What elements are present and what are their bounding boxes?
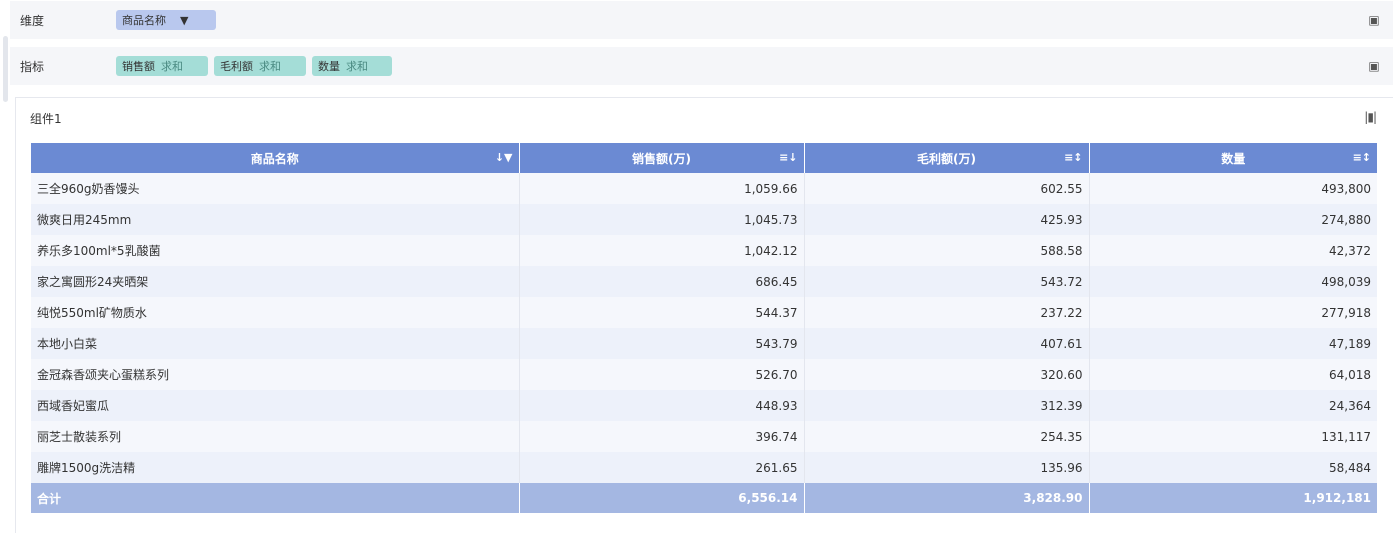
- table-row[interactable]: 西域香妃蜜瓜 448.93 312.39 24,364: [31, 390, 1377, 421]
- report-editor: 维度 商品名称 ▼ ▣ 指标 销售额 求和 毛利额 求和 数量 求和 ▣ 组件1…: [0, 0, 1393, 533]
- cell-gross-profit: 588.58: [804, 235, 1090, 266]
- cell-product-name: 养乐多100ml*5乳酸菌: [31, 235, 520, 266]
- sort-desc-icon[interactable]: ≡↓: [779, 151, 797, 164]
- table-header-row: 商品名称 ↓▼ 销售额(万) ≡↓ 毛利额(万) ≡↕ 数量 ≡↕: [31, 143, 1377, 173]
- cell-gross-profit: 254.35: [804, 421, 1090, 452]
- scrollbar[interactable]: [3, 36, 8, 102]
- column-header-sales[interactable]: 销售额(万) ≡↓: [519, 143, 805, 173]
- column-header-quantity[interactable]: 数量 ≡↕: [1089, 143, 1377, 173]
- table-total-row: 合计 6,556.14 3,828.90 1,912,181: [31, 483, 1377, 513]
- component-panel: 组件1 |▮| 商品名称 ↓▼ 销售额(万) ≡↓ 毛利额(万) ≡↕ 数量 ≡…: [15, 97, 1393, 533]
- cell-quantity: 47,189: [1089, 328, 1377, 359]
- cell-sales: 261.65: [519, 452, 805, 483]
- column-header-label: 数量: [1221, 151, 1246, 166]
- pill-label: 数量: [318, 60, 340, 73]
- cell-product-name: 雕牌1500g洗洁精: [31, 452, 520, 483]
- table-row[interactable]: 丽芝士散装系列 396.74 254.35 131,117: [31, 421, 1377, 452]
- total-quantity: 1,912,181: [1089, 483, 1377, 513]
- cell-quantity: 42,372: [1089, 235, 1377, 266]
- cell-quantity: 58,484: [1089, 452, 1377, 483]
- table-row[interactable]: 金冠森香颂夹心蛋糕系列 526.70 320.60 64,018: [31, 359, 1377, 390]
- metric-pill-gross-profit[interactable]: 毛利额 求和: [214, 56, 306, 76]
- cell-sales: 1,059.66: [519, 173, 805, 204]
- cell-quantity: 498,039: [1089, 266, 1377, 297]
- settings-icon[interactable]: ▣: [1367, 59, 1381, 73]
- cell-gross-profit: 407.61: [804, 328, 1090, 359]
- cell-product-name: 金冠森香颂夹心蛋糕系列: [31, 359, 520, 390]
- cell-quantity: 24,364: [1089, 390, 1377, 421]
- table-row[interactable]: 三全960g奶香馒头 1,059.66 602.55 493,800: [31, 173, 1377, 204]
- metric-pill-sales[interactable]: 销售额 求和: [116, 56, 208, 76]
- metric-row: 指标 销售额 求和 毛利额 求和 数量 求和 ▣: [10, 47, 1393, 85]
- panel-title: 组件1: [30, 112, 62, 126]
- cell-product-name: 西域香妃蜜瓜: [31, 390, 520, 421]
- sort-icon[interactable]: ≡↕: [1353, 151, 1371, 164]
- cell-sales: 396.74: [519, 421, 805, 452]
- table-row[interactable]: 微爽日用245mm 1,045.73 425.93 274,880: [31, 204, 1377, 235]
- pill-aggregation: 求和: [161, 60, 183, 73]
- cell-product-name: 三全960g奶香馒头: [31, 173, 520, 204]
- column-header-label: 毛利额(万): [917, 151, 976, 166]
- metric-pill-quantity[interactable]: 数量 求和: [312, 56, 392, 76]
- cell-gross-profit: 135.96: [804, 452, 1090, 483]
- column-header-label: 销售额(万): [632, 151, 691, 166]
- sort-icon[interactable]: ≡↕: [1064, 151, 1082, 164]
- cell-product-name: 本地小白菜: [31, 328, 520, 359]
- table-row[interactable]: 纯悦550ml矿物质水 544.37 237.22 277,918: [31, 297, 1377, 328]
- column-settings-icon[interactable]: |▮|: [1364, 110, 1377, 124]
- dimension-label: 维度: [20, 13, 45, 28]
- data-table: 商品名称 ↓▼ 销售额(万) ≡↓ 毛利额(万) ≡↕ 数量 ≡↕ 三全960g…: [31, 143, 1377, 513]
- cell-gross-profit: 425.93: [804, 204, 1090, 235]
- cell-gross-profit: 543.72: [804, 266, 1090, 297]
- cell-product-name: 丽芝士散装系列: [31, 421, 520, 452]
- pill-label: 商品名称: [122, 14, 166, 27]
- cell-sales: 686.45: [519, 266, 805, 297]
- metric-pills: 销售额 求和 毛利额 求和 数量 求和: [116, 56, 1393, 76]
- column-header-gross-profit[interactable]: 毛利额(万) ≡↕: [804, 143, 1090, 173]
- column-header-label: 商品名称: [250, 151, 299, 166]
- cell-quantity: 493,800: [1089, 173, 1377, 204]
- cell-quantity: 131,117: [1089, 421, 1377, 452]
- pill-label: 销售额: [122, 60, 155, 73]
- cell-quantity: 274,880: [1089, 204, 1377, 235]
- filter-icon[interactable]: ▼: [180, 14, 188, 27]
- cell-sales: 1,042.12: [519, 235, 805, 266]
- cell-product-name: 家之寓圆形24夹晒架: [31, 266, 520, 297]
- cell-quantity: 277,918: [1089, 297, 1377, 328]
- pill-aggregation: 求和: [259, 60, 281, 73]
- cell-sales: 526.70: [519, 359, 805, 390]
- cell-sales: 1,045.73: [519, 204, 805, 235]
- cell-gross-profit: 320.60: [804, 359, 1090, 390]
- cell-sales: 543.79: [519, 328, 805, 359]
- table-row[interactable]: 雕牌1500g洗洁精 261.65 135.96 58,484: [31, 452, 1377, 483]
- table-row[interactable]: 家之寓圆形24夹晒架 686.45 543.72 498,039: [31, 266, 1377, 297]
- cell-sales: 544.37: [519, 297, 805, 328]
- cell-gross-profit: 312.39: [804, 390, 1090, 421]
- column-header-product-name[interactable]: 商品名称 ↓▼: [31, 143, 520, 173]
- table-row[interactable]: 本地小白菜 543.79 407.61 47,189: [31, 328, 1377, 359]
- total-gross-profit: 3,828.90: [804, 483, 1090, 513]
- cell-sales: 448.93: [519, 390, 805, 421]
- table-row[interactable]: 养乐多100ml*5乳酸菌 1,042.12 588.58 42,372: [31, 235, 1377, 266]
- dimension-pill-product-name[interactable]: 商品名称 ▼: [116, 10, 216, 30]
- sort-filter-icon[interactable]: ↓▼: [495, 151, 513, 164]
- total-label: 合计: [31, 483, 520, 513]
- cell-gross-profit: 237.22: [804, 297, 1090, 328]
- settings-icon[interactable]: ▣: [1367, 13, 1381, 27]
- pill-label: 毛利额: [220, 60, 253, 73]
- dimension-row: 维度 商品名称 ▼ ▣: [10, 1, 1393, 39]
- cell-product-name: 微爽日用245mm: [31, 204, 520, 235]
- cell-product-name: 纯悦550ml矿物质水: [31, 297, 520, 328]
- total-sales: 6,556.14: [519, 483, 805, 513]
- cell-gross-profit: 602.55: [804, 173, 1090, 204]
- dimension-pills: 商品名称 ▼: [116, 10, 1393, 30]
- cell-quantity: 64,018: [1089, 359, 1377, 390]
- pill-aggregation: 求和: [346, 60, 368, 73]
- metric-label: 指标: [20, 59, 45, 74]
